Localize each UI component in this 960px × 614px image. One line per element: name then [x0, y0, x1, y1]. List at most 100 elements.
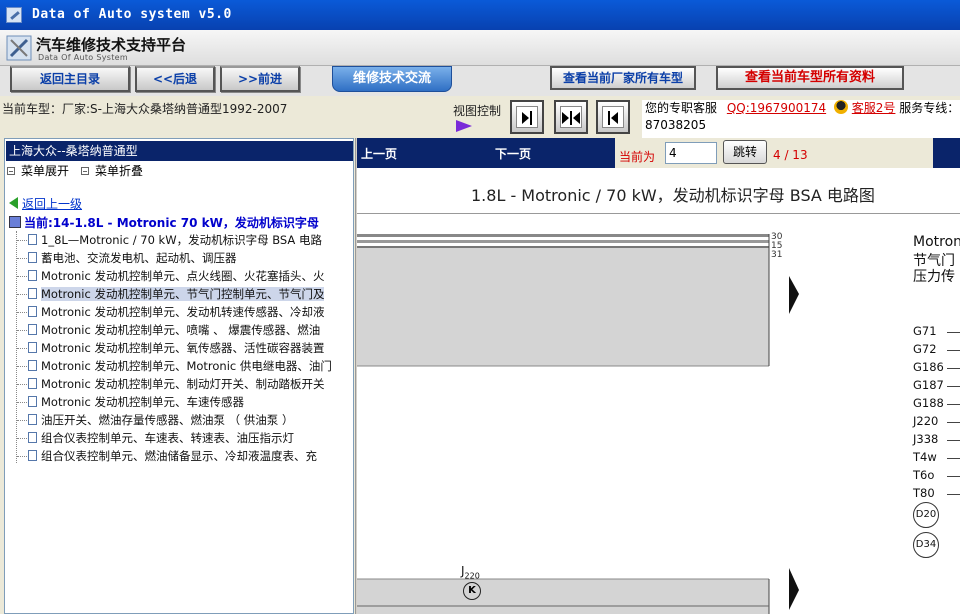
tree-connector-line: [17, 456, 27, 457]
document-icon: [28, 450, 37, 461]
panel-split-icon: [560, 106, 582, 128]
back-level-link[interactable]: 返回上一级: [9, 195, 82, 212]
menu-collapse[interactable]: 菜单折叠: [81, 163, 143, 179]
legend-title-line: Motron: [913, 234, 960, 250]
tree-connector-line: [17, 402, 27, 403]
back-button[interactable]: <<后退: [135, 66, 215, 92]
view-control-label: 视图控制: [453, 104, 502, 118]
tree-item[interactable]: 油压开关、燃油存量传感器、燃油泵 （ 供油泵 ）: [5, 411, 353, 429]
hotline-label: 服务专线：0: [899, 101, 960, 115]
document-icon: [28, 270, 37, 281]
tree-connector-line: [17, 348, 27, 349]
legend-code: G188: [913, 396, 944, 410]
tree-connector-line: [17, 240, 27, 241]
document-title: 1.8L - Motronic / 70 kW，发动机标识字母 BSA 电路图: [471, 186, 875, 205]
tree-item[interactable]: Motronic 发动机控制单元、氧传感器、活性碳容器装置: [5, 339, 353, 357]
tree-header[interactable]: 上海大众--桑塔纳普通型: [6, 141, 353, 161]
all-make-models-button[interactable]: 查看当前厂家所有车型: [550, 66, 696, 90]
tree-item[interactable]: Motronic 发动机控制单元、喷嘴 、 爆震传感器、燃油: [5, 321, 353, 339]
qq-penguin-icon: [833, 100, 848, 114]
jump-button[interactable]: 跳转: [723, 140, 767, 164]
view-split-button[interactable]: [554, 100, 588, 134]
legend-dash: [947, 494, 960, 495]
tree-connector-line: [17, 384, 27, 385]
legend-dash: [947, 404, 960, 405]
wrench-tools-icon: [6, 35, 32, 61]
prev-page-button[interactable]: 上一页: [361, 145, 397, 162]
document-icon: [28, 396, 37, 407]
tree-connector-line: [17, 330, 27, 331]
qq-link[interactable]: QQ:1967900174: [727, 101, 826, 115]
legend-code: J220: [913, 414, 939, 428]
forward-button[interactable]: >>前进: [220, 66, 300, 92]
page-number-input[interactable]: [665, 142, 717, 164]
view-expand-right-button[interactable]: [510, 100, 544, 134]
document-panel: 上一页 下一页 当前为 跳转 4 / 13 1.8L - Motronic / …: [357, 138, 960, 614]
app-window: Data of Auto system v5.0 汽车维修技术支持平台 Data…: [0, 0, 960, 614]
document-icon: [28, 342, 37, 353]
tree-item-label: 组合仪表控制单元、车速表、转速表、油压指示灯: [41, 431, 294, 445]
app-icon: [6, 7, 22, 23]
tree-item[interactable]: 组合仪表控制单元、燃油储备显示、冷却液温度表、充: [5, 447, 353, 465]
tree-connector-line: [17, 276, 27, 277]
back-level-label: 返回上一级: [22, 197, 83, 211]
next-page-button[interactable]: 下一页: [495, 145, 531, 162]
tree-item[interactable]: 蓄电池、交流发电机、起动机、调压器: [5, 249, 353, 267]
current-tree-node[interactable]: 当前:14-1.8L - Motronic 70 kW，发动机标识字母: [9, 214, 319, 231]
tree-item[interactable]: 1_8L—Motronic / 70 kW，发动机标识字母 BSA 电路: [5, 231, 353, 249]
tree-item-label: Motronic 发动机控制单元、点火线圈、火花塞插头、火: [41, 269, 325, 283]
collapse-box-icon: [81, 167, 89, 175]
brand-subtitle: Data Of Auto System: [38, 53, 128, 62]
tree-item[interactable]: Motronic 发动机控制单元、Motronic 供电继电器、油门: [5, 357, 353, 375]
document-icon: [28, 378, 37, 389]
tree-connector-line: [17, 420, 27, 421]
tree-item-label: Motronic 发动机控制单元、喷嘴 、 爆震传感器、燃油: [41, 323, 321, 337]
current-page-label: 当前为: [619, 150, 656, 164]
page-count: 4 / 13: [773, 148, 808, 162]
support-panel: 您的专职客服 QQ:1967900174 客服2号 服务专线：0 8703820…: [642, 100, 960, 138]
document-icon: [28, 234, 37, 245]
legend-code: G72: [913, 342, 937, 356]
page-jump-box: 当前为 跳转 4 / 13: [615, 138, 933, 168]
current-car-label: 当前车型：厂家:S-上海大众桑塔纳普通型1992-2007: [2, 102, 288, 116]
arrow-left-icon: [9, 197, 18, 209]
tree-item[interactable]: Motronic 发动机控制单元、点火线圈、火花塞插头、火: [5, 267, 353, 285]
tree-item[interactable]: Motronic 发动机控制单元、车速传感器: [5, 393, 353, 411]
component-label: J220: [461, 564, 480, 580]
toolbar: 返回主目录 <<后退 >>前进 维修技术交流 查看当前厂家所有车型 查看当前车型…: [0, 66, 960, 96]
tree-item-label: Motronic 发动机控制单元、制动灯开关、制动踏板开关: [41, 377, 325, 391]
tree-item-label: Motronic 发动机控制单元、节气门控制单元、节气门及: [41, 287, 325, 301]
legend-code: G187: [913, 378, 944, 392]
forum-button[interactable]: 维修技术交流: [332, 66, 452, 92]
tree-item-label: Motronic 发动机控制单元、发动机转速传感器、冷却液: [41, 305, 325, 319]
panel-right-icon: [516, 106, 538, 128]
document-icon: [28, 432, 37, 443]
menu-expand-label: 菜单展开: [21, 164, 70, 178]
tree-connector-line: [17, 294, 27, 295]
brand-bar: 汽车维修技术支持平台 Data Of Auto System: [0, 30, 960, 66]
view-expand-left-button[interactable]: [596, 100, 630, 134]
document-icon: [28, 306, 37, 317]
component-label-sub: 220: [464, 571, 480, 581]
home-button[interactable]: 返回主目录: [10, 66, 130, 92]
panel-left-icon: [602, 106, 624, 128]
tree-item-label: Motronic 发动机控制单元、车速传感器: [41, 395, 244, 409]
window-title: Data of Auto system v5.0: [32, 7, 232, 22]
tree-item[interactable]: Motronic 发动机控制单元、发动机转速传感器、冷却液: [5, 303, 353, 321]
menu-collapse-label: 菜单折叠: [95, 164, 144, 178]
tree-panel: 上海大众--桑塔纳普通型 菜单展开 菜单折叠 返回上一级 当前:14-1.8L …: [4, 138, 354, 614]
all-model-data-button[interactable]: 查看当前车型所有资料: [716, 66, 904, 90]
tree-connector-line: [17, 366, 27, 367]
pager-bar: 上一页 下一页 当前为 跳转 4 / 13: [357, 138, 960, 168]
relay-symbol-icon: K: [463, 582, 481, 600]
tree-item[interactable]: Motronic 发动机控制单元、节气门控制单元、节气门及: [5, 285, 353, 303]
tree-item[interactable]: Motronic 发动机控制单元、制动灯开关、制动踏板开关: [5, 375, 353, 393]
brand-title: 汽车维修技术支持平台: [36, 36, 187, 54]
service2-link[interactable]: 客服2号: [852, 101, 896, 115]
menu-expand[interactable]: 菜单展开: [7, 163, 69, 179]
tree-item[interactable]: 组合仪表控制单元、车速表、转速表、油压指示灯: [5, 429, 353, 447]
legend-title-line: 压力传: [913, 269, 955, 285]
connector-circle: D34: [913, 532, 939, 558]
tree-item-label: Motronic 发动机控制单元、氧传感器、活性碳容器装置: [41, 341, 325, 355]
legend-dash: [947, 458, 960, 459]
